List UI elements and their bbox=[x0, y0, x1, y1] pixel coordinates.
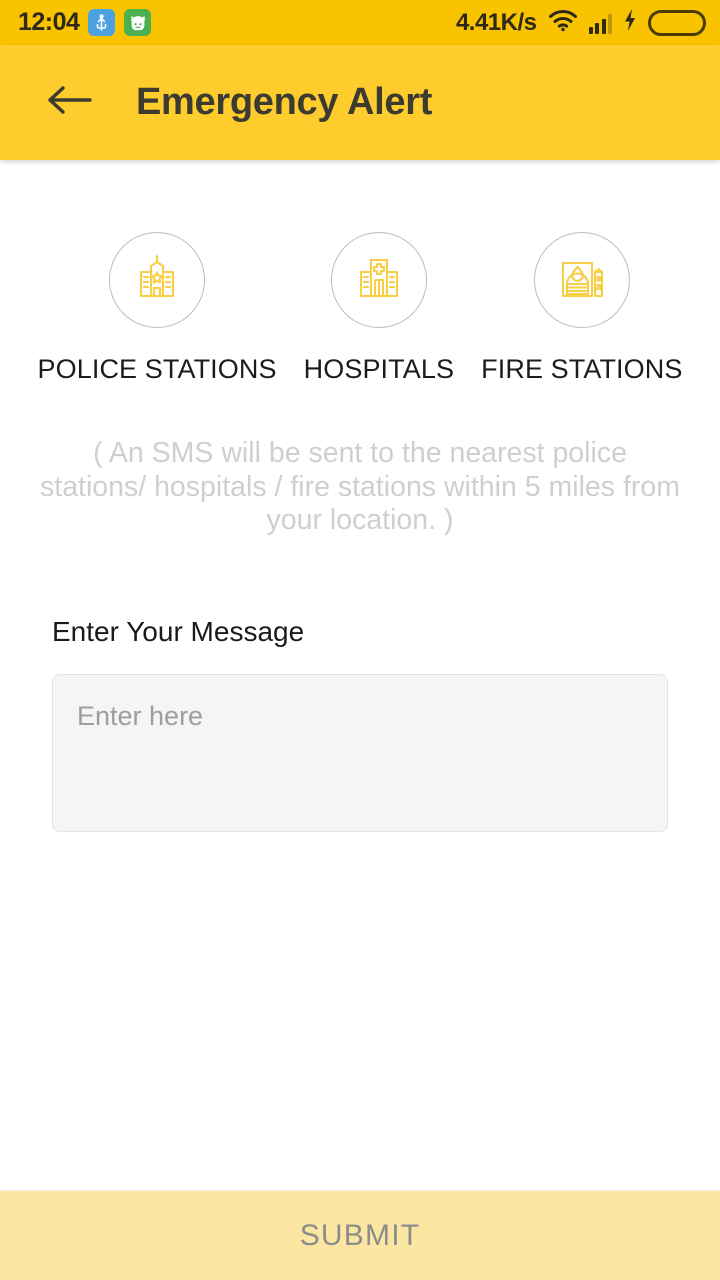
category-police-stations[interactable]: POLICE STATIONS bbox=[38, 232, 277, 385]
police-station-icon bbox=[129, 250, 185, 311]
category-label: POLICE STATIONS bbox=[37, 354, 277, 384]
wifi-icon bbox=[548, 8, 578, 37]
main-content: POLICE STATIONS HOSPITALS FIRE STATIONS … bbox=[0, 160, 720, 837]
app-bar: Emergency Alert bbox=[0, 45, 720, 160]
sms-info-note: ( An SMS will be sent to the nearest pol… bbox=[40, 437, 680, 537]
status-bar: 12:04 4.41K/s bbox=[0, 0, 720, 45]
hospital-icon bbox=[351, 250, 407, 311]
submit-button[interactable]: SUBMIT bbox=[0, 1190, 720, 1280]
usb-icon bbox=[88, 9, 116, 36]
lightning-bolt-icon bbox=[623, 8, 637, 37]
category-hospitals[interactable]: HOSPITALS bbox=[304, 232, 454, 385]
submit-button-label: SUBMIT bbox=[299, 1218, 421, 1252]
cat-face-icon bbox=[124, 9, 152, 36]
emergency-category-row: POLICE STATIONS HOSPITALS FIRE STATIONS bbox=[0, 232, 720, 385]
category-label: FIRE STATIONS bbox=[481, 354, 683, 384]
fire-station-circle bbox=[533, 232, 630, 328]
status-bar-left: 12:04 bbox=[18, 8, 152, 37]
back-button[interactable] bbox=[40, 74, 98, 132]
message-input[interactable] bbox=[52, 673, 668, 832]
status-bar-right: 4.41K/s bbox=[456, 8, 706, 37]
page-title: Emergency Alert bbox=[136, 81, 433, 123]
arrow-left-icon bbox=[46, 83, 92, 122]
category-fire-stations[interactable]: FIRE STATIONS bbox=[481, 232, 682, 385]
status-clock: 12:04 bbox=[18, 8, 80, 36]
network-speed-indicator: 4.41K/s bbox=[455, 8, 537, 36]
fire-station-icon bbox=[554, 250, 610, 311]
message-field-label: Enter Your Message bbox=[52, 615, 305, 647]
hospital-circle bbox=[330, 232, 427, 328]
category-label: HOSPITALS bbox=[303, 354, 455, 384]
message-field-wrapper bbox=[52, 673, 668, 837]
battery-full-icon bbox=[648, 9, 706, 36]
police-station-circle bbox=[109, 232, 206, 328]
cellular-signal-icon bbox=[588, 12, 612, 34]
